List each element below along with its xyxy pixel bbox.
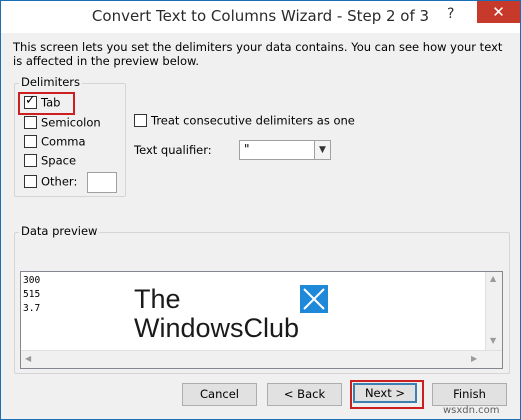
comma-label: Comma	[41, 134, 86, 149]
checkmark-icon: ✓	[25, 93, 36, 108]
comma-checkbox[interactable]	[24, 135, 37, 148]
vertical-scrollbar[interactable]: ▲ ▼	[485, 272, 502, 350]
site-watermark: wsxdn.com	[443, 405, 500, 416]
watermark-text-brand: WindowsClub	[134, 313, 300, 343]
title-bar: Convert Text to Columns Wizard - Step 2 …	[1, 1, 520, 33]
tab-checkbox-row[interactable]: ✓ Tab	[24, 93, 61, 111]
delimiters-group-title: Delimiters	[19, 75, 83, 89]
other-checkbox-row[interactable]: Other:	[24, 174, 77, 190]
data-preview-title: Data preview	[19, 224, 100, 238]
semicolon-label: Semicolon	[41, 115, 101, 130]
preview-row: 3.7	[23, 303, 41, 314]
other-label: Other:	[41, 174, 78, 189]
space-checkbox[interactable]	[24, 154, 37, 167]
back-button[interactable]: < Back	[267, 383, 342, 406]
consecutive-checkbox[interactable]	[134, 114, 147, 127]
space-checkbox-row[interactable]: Space	[24, 153, 76, 169]
chevron-down-icon[interactable]: ▼	[314, 141, 330, 159]
description-text: This screen lets you set the delimiters …	[13, 40, 503, 68]
windowsclub-logo-icon	[300, 285, 328, 313]
text-qualifier-select[interactable]: " ▼	[239, 140, 331, 160]
scroll-up-arrow-icon[interactable]: ▲	[490, 274, 496, 283]
help-button[interactable]: ?	[447, 6, 454, 22]
tab-checkbox[interactable]: ✓	[24, 93, 37, 109]
horizontal-scrollbar[interactable]: ◀ ▶	[21, 350, 502, 368]
preview-row: 515	[23, 289, 41, 300]
preview-row: 300	[23, 275, 41, 286]
watermark-text-the: The	[134, 284, 181, 314]
space-label: Space	[41, 153, 77, 168]
text-qualifier-label: Text qualifier:	[134, 143, 212, 157]
finish-button[interactable]: Finish	[432, 383, 507, 406]
next-button[interactable]: Next >	[353, 383, 417, 403]
comma-checkbox-row[interactable]: Comma	[24, 134, 86, 150]
semicolon-checkbox-row[interactable]: Semicolon	[24, 115, 101, 131]
window-title: Convert Text to Columns Wizard - Step 2 …	[91, 7, 430, 25]
close-button[interactable]: ✕	[477, 1, 520, 23]
other-delimiter-input[interactable]	[87, 172, 117, 193]
cancel-button[interactable]: Cancel	[182, 383, 257, 406]
semicolon-checkbox[interactable]	[24, 116, 37, 129]
other-checkbox[interactable]	[24, 175, 37, 188]
consecutive-label: Treat consecutive delimiters as one	[151, 113, 355, 128]
scroll-down-arrow-icon[interactable]: ▼	[490, 336, 496, 345]
text-qualifier-value: "	[244, 142, 250, 156]
scroll-right-arrow-icon[interactable]: ▶	[471, 354, 477, 363]
tab-label: Tab	[41, 95, 61, 110]
scroll-left-arrow-icon[interactable]: ◀	[25, 354, 31, 363]
wizard-dialog: Convert Text to Columns Wizard - Step 2 …	[0, 0, 521, 420]
consecutive-checkbox-row[interactable]: Treat consecutive delimiters as one	[134, 113, 355, 129]
